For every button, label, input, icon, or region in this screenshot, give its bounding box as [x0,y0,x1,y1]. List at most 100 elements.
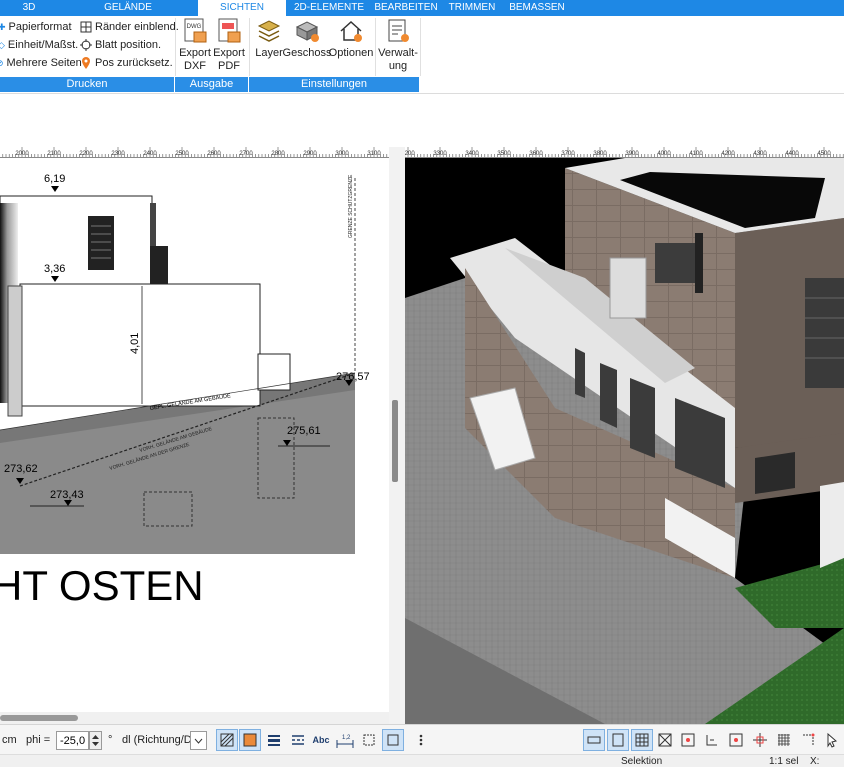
fill-button[interactable] [239,729,261,751]
more-options-button[interactable] [410,729,432,751]
tab-2d-elemente[interactable]: 2D-ELEMENTE [286,0,372,16]
ruler-tick-label: 2900 [303,151,317,157]
snap-icon [658,733,672,747]
corner-button[interactable] [797,729,819,751]
tab-bearbeiten[interactable]: BEARBEITEN [372,0,440,16]
ortho-button[interactable] [677,729,699,751]
export-dxf-label-2: DXF [184,60,206,72]
elevation-title: HT OSTEN [0,562,204,609]
dim-273-43: 273,43 [50,489,84,501]
ruler-tick-label: 3200 [405,151,415,157]
line-weight-button[interactable] [263,729,285,751]
downpipe [695,233,703,293]
raster-button[interactable] [773,729,795,751]
dim-6-19: 6,19 [44,173,65,185]
ruler-tick-label: 3800 [593,151,607,157]
papierformat-button[interactable]: ✚ Papierformat [0,19,72,35]
phi-spinner[interactable] [89,731,102,750]
tab-3d[interactable]: 3D [0,0,58,16]
export-dxf-button[interactable]: DWG Export DXF [179,18,211,73]
annex [257,353,291,391]
elevation-view[interactable]: 6,19 3,36 4,01 276,57 275,61 273,62 273,… [0,158,389,724]
mehrere-seiten-button[interactable]: ⊘ Mehrere Seiten [0,55,82,71]
export-pdf-button[interactable]: Export PDF [213,18,245,73]
dl-dropdown[interactable] [190,731,207,750]
select-frame-icon [387,734,399,746]
dim-276-57: 276,57 [336,371,370,383]
window-upper [88,216,114,270]
select-frame-button[interactable] [382,729,404,751]
frame-button[interactable] [358,729,380,751]
unit-label: cm [2,734,17,746]
frame-icon [363,734,375,746]
papierformat-label: Papierformat [8,21,72,33]
separator [175,18,176,76]
ribbon-tab-bar: 3D GELÄNDE SICHTEN 2D-ELEMENTE BEARBEITE… [0,0,844,16]
horizontal-scrollbar-thumb[interactable] [0,715,78,721]
cursor-select-button[interactable] [821,729,843,751]
ruler-tick-label: 4000 [657,151,671,157]
ruler-tick-label: 4400 [785,151,799,157]
blatt-position-button[interactable]: Blatt position. [80,37,161,53]
ruler-tick-label: 3000 [335,151,349,157]
ruler-tick-label: 3500 [497,151,511,157]
ruler-tick-label: 2700 [239,151,253,157]
geschoss-button[interactable]: Geschoss [283,18,331,60]
ruler-tick-label: 2400 [143,151,157,157]
tab-gelaende[interactable]: GELÄNDE [58,0,198,16]
cursor-icon [827,732,838,748]
hatch-icon [220,733,234,747]
line-style-button[interactable] [287,729,309,751]
optionen-label: Optionen [328,47,374,59]
pos-zuruecksetzen-button[interactable]: Pos zurücksetz. [80,55,173,71]
text-style-button[interactable]: Abc [310,729,332,751]
raender-button[interactable]: Ränder einblend. [80,19,179,35]
fill-pattern-icon [243,733,257,747]
ruler-tick-label: 3600 [529,151,543,157]
location-pin-icon [82,57,90,69]
splitter-handle[interactable] [392,400,398,482]
crosshair-button[interactable] [749,729,771,751]
3d-view[interactable] [405,158,844,724]
view-rect-button[interactable] [583,729,605,751]
vertical-dots-icon [419,734,423,746]
raster-icon [778,734,790,746]
einheit-label: Einheit/Maßst. [7,39,79,51]
move-sheet-icon [80,39,92,51]
ruler-tick-label: 2200 [79,151,93,157]
hatch-button[interactable] [216,729,238,751]
unit-scale-icon: ◇ [0,39,5,50]
chevron-down-icon [194,738,203,744]
point-snap-button[interactable] [725,729,747,751]
grid-icon [635,733,649,747]
abc-text-icon: Abc [312,735,330,745]
ruler-tick-label: 3900 [625,151,639,157]
verwaltung-button[interactable]: Verwalt- ung [378,18,418,73]
line-weight-icon [268,735,280,746]
snap-button[interactable] [654,729,676,751]
tab-trimmen[interactable]: TRIMMEN [440,0,504,16]
phi-input[interactable] [56,731,89,750]
ruler-tick-label: 4500 [817,151,831,157]
phi-label: phi = [26,734,51,746]
angle-button[interactable] [701,729,723,751]
tab-bemassen[interactable]: BEMASSEN [504,0,570,16]
dimension-button[interactable]: 1,2 [334,729,356,751]
export-pdf-label-1: Export [213,47,245,59]
status-bar: Selektion 1:1 sel X: [0,754,844,767]
einheit-button[interactable]: ◇ Einheit/Maßst. [0,37,78,53]
grid-view-button[interactable] [631,729,653,751]
dim-273-62: 273,62 [4,463,38,475]
layer-button[interactable]: Layer [253,18,285,60]
verwaltung-label-2: ung [388,60,408,72]
ruler-tick-label: 3100 [367,151,381,157]
view-page-button[interactable] [607,729,629,751]
dim-275-61: 275,61 [287,425,321,437]
export-dxf-label-1: Export [179,47,211,59]
optionen-button[interactable]: Optionen [328,18,374,60]
tab-sichten[interactable]: SICHTEN [198,0,286,16]
line-style-icon [292,735,304,745]
ruler-tick-label: 2500 [175,151,189,157]
geschoss-label: Geschoss [282,47,332,59]
group-label-einstellungen: Einstellungen [249,77,419,92]
